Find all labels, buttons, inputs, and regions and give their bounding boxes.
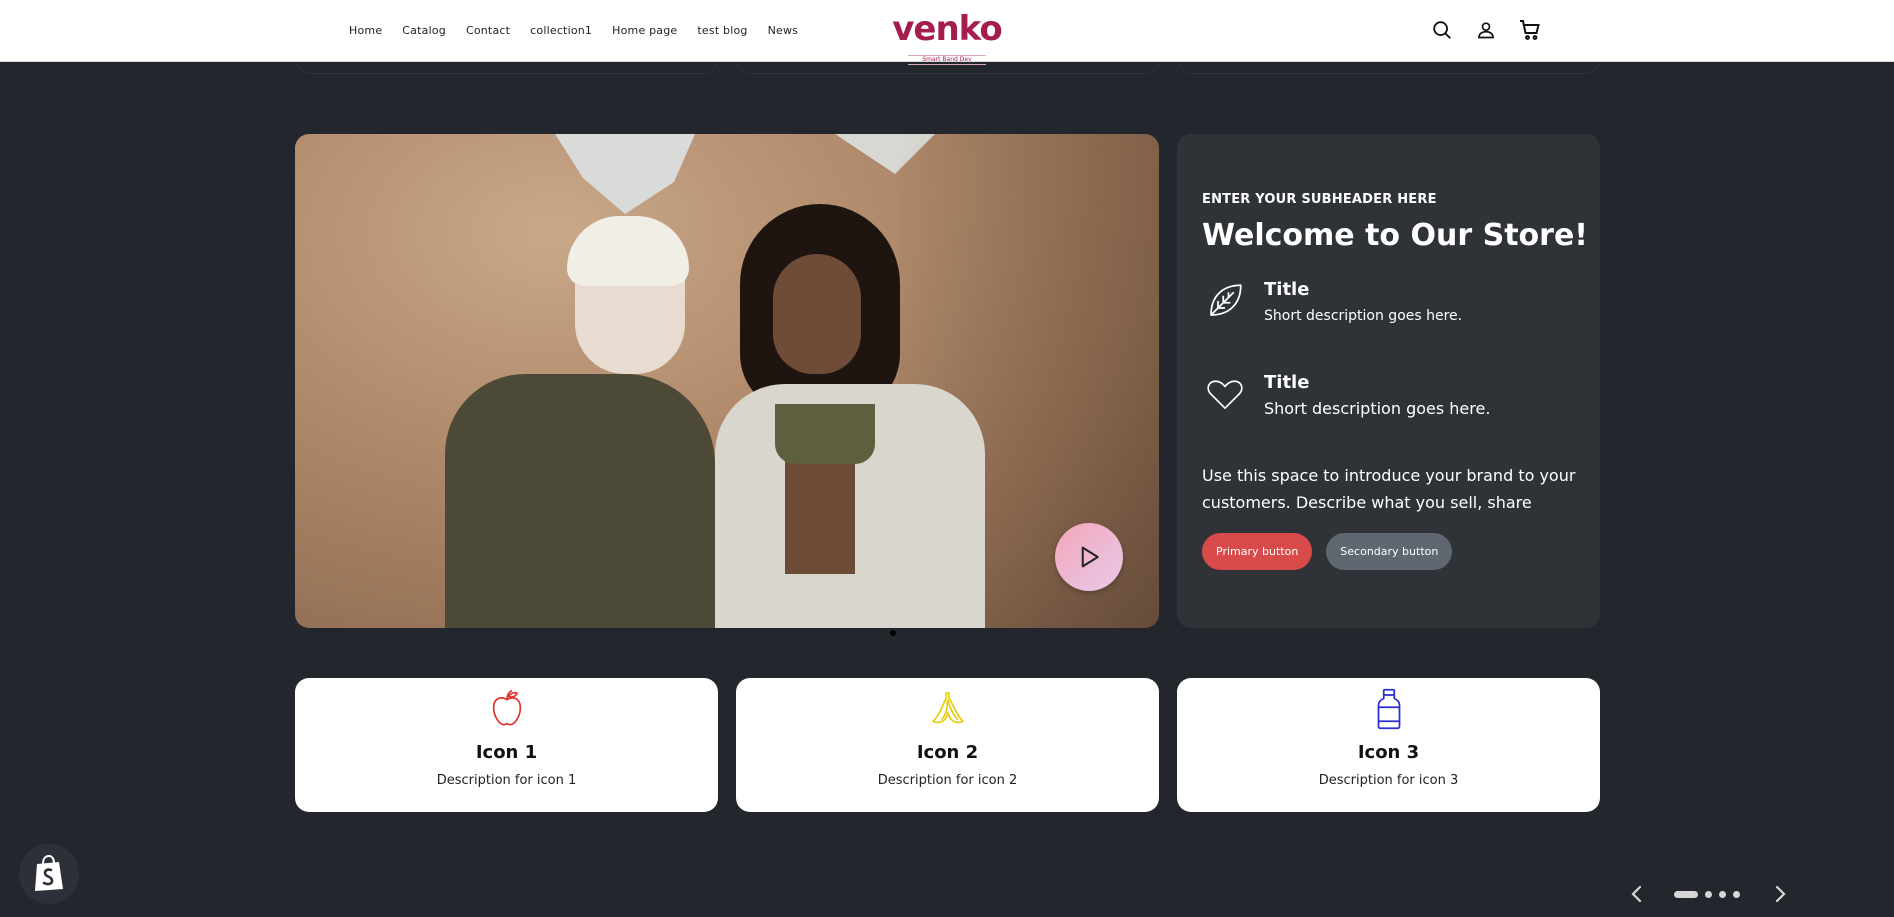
heart-icon	[1202, 371, 1248, 417]
secondary-button[interactable]: Secondary button	[1326, 533, 1453, 570]
hero-video[interactable]	[295, 134, 1159, 628]
site-header: Home Catalog Contact collection1 Home pa…	[0, 0, 1894, 65]
logo-wordmark: venko	[892, 9, 1002, 49]
slider-dots	[1674, 891, 1740, 898]
slider-prev-button[interactable]	[1625, 882, 1649, 906]
feature-item: Title Short description goes here.	[1202, 371, 1490, 419]
card-description: Description for icon 1	[436, 773, 577, 788]
subheader: ENTER YOUR SUBHEADER HERE	[1202, 192, 1437, 207]
slider-next-button[interactable]	[1768, 882, 1792, 906]
intro-text: Use this space to introduce your brand t…	[1202, 466, 1576, 512]
person-left-coat	[445, 374, 715, 628]
apple-icon	[295, 688, 718, 728]
slide-dot[interactable]	[890, 630, 896, 636]
icon-card: Icon 1 Description for icon 1	[295, 678, 718, 812]
search-icon[interactable]	[1430, 18, 1454, 42]
slider-controls	[1625, 882, 1786, 906]
card-title: Icon 1	[475, 742, 538, 763]
banana-icon	[736, 688, 1159, 728]
feature-description: Short description goes here.	[1264, 399, 1491, 418]
slider-dot[interactable]	[1705, 891, 1712, 898]
chevron-left-icon	[1631, 885, 1642, 903]
header-icons	[1430, 18, 1542, 42]
button-group: Primary button Secondary button	[1202, 533, 1453, 570]
play-icon	[1081, 546, 1099, 568]
nav-item-test-blog[interactable]: test blog	[697, 24, 747, 37]
card-title: Icon 3	[1357, 742, 1420, 763]
icon-card: Icon 2 Description for icon 2	[736, 678, 1159, 812]
account-icon[interactable]	[1474, 18, 1498, 42]
card-title: Icon 2	[916, 742, 979, 763]
store-logo[interactable]: venko Smart Band Dev	[890, 9, 1004, 65]
page-title: Welcome to Our Store!	[1202, 218, 1588, 253]
main-nav: Home Catalog Contact collection1 Home pa…	[349, 0, 798, 61]
feature-item: Title Short description goes here.	[1202, 278, 1462, 326]
feature-description: Short description goes here.	[1264, 308, 1463, 324]
nav-item-catalog[interactable]: Catalog	[402, 24, 446, 37]
feature-title: Title	[1264, 372, 1310, 393]
person-right-face	[773, 254, 861, 374]
slider-dot[interactable]	[1674, 891, 1698, 898]
nav-item-home[interactable]: Home	[349, 24, 382, 37]
icon-card: Icon 3 Description for icon 3	[1177, 678, 1600, 812]
shopify-badge[interactable]	[19, 844, 79, 904]
person-left-hair	[567, 216, 689, 286]
slider-dot[interactable]	[1719, 891, 1726, 898]
logo-tagline: Smart Band Dev	[908, 55, 986, 65]
feature-title: Title	[1264, 279, 1310, 300]
info-panel: ENTER YOUR SUBHEADER HERE Welcome to Our…	[1177, 134, 1600, 628]
card-description: Description for icon 2	[877, 773, 1018, 788]
nav-item-collection1[interactable]: collection1	[530, 24, 592, 37]
nav-item-home-page[interactable]: Home page	[612, 24, 677, 37]
bottle-icon	[1177, 688, 1600, 730]
slider-dot[interactable]	[1733, 891, 1740, 898]
leaf-icon	[1202, 278, 1248, 324]
play-button[interactable]	[1055, 523, 1123, 591]
nav-item-news[interactable]: News	[768, 24, 799, 37]
person-right-top	[775, 404, 875, 464]
card-description: Description for icon 3	[1318, 773, 1459, 788]
primary-button[interactable]: Primary button	[1202, 533, 1313, 570]
sky-patch	[555, 134, 695, 214]
nav-item-contact[interactable]: Contact	[466, 24, 510, 37]
shopify-bag-icon	[35, 855, 63, 891]
cart-icon[interactable]	[1518, 18, 1542, 42]
chevron-right-icon	[1775, 885, 1786, 903]
